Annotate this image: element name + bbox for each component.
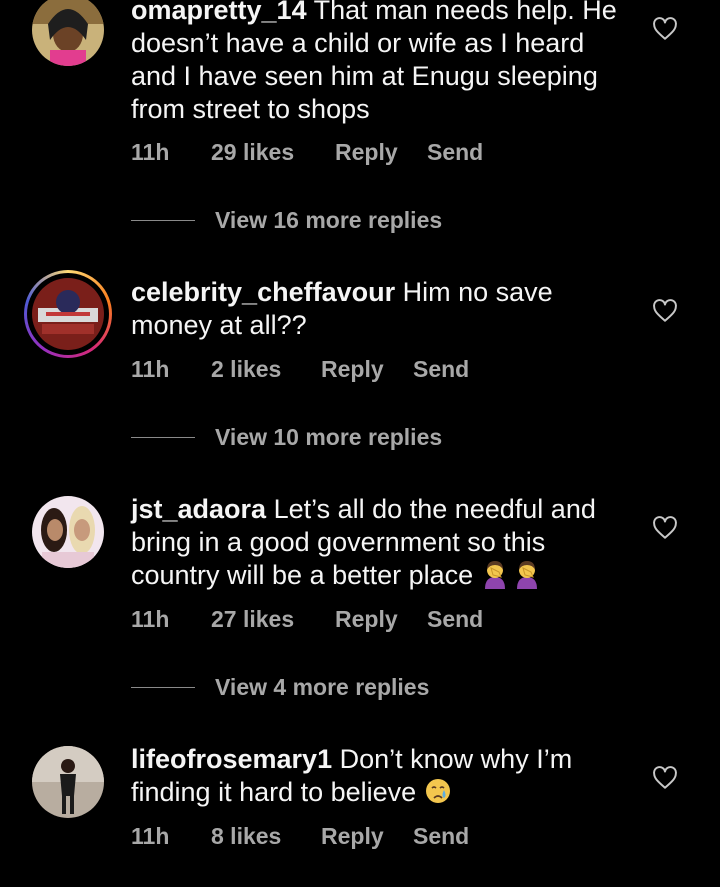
comment-time: 11h <box>131 823 170 849</box>
heart-outline-icon[interactable] <box>652 766 678 790</box>
woman-facepalming-icon <box>516 561 537 589</box>
comment-meta: 11h 2 likes Reply Send <box>131 356 469 383</box>
reply-button[interactable]: Reply <box>321 823 413 850</box>
send-button[interactable]: Send <box>413 823 469 850</box>
comment-text: jst_adaora Let’s all do the needful and … <box>131 493 631 592</box>
comment-likes[interactable]: 27 likes <box>211 606 335 633</box>
story-ring[interactable] <box>24 270 112 358</box>
avatar[interactable] <box>32 0 104 66</box>
woman-facepalming-icon <box>484 561 505 589</box>
reply-button[interactable]: Reply <box>335 139 427 166</box>
avatar[interactable] <box>32 278 104 350</box>
comment-text: lifeofrosemary1 Don’t know why I’m findi… <box>131 743 631 809</box>
comment-username[interactable]: celebrity_cheffavour <box>131 277 395 307</box>
avatar[interactable] <box>32 496 104 568</box>
comment-username[interactable]: lifeofrosemary1 <box>131 744 332 774</box>
comment-meta: 11h 27 likes Reply Send <box>131 606 483 633</box>
view-replies-label[interactable]: View 10 more replies <box>215 424 442 451</box>
comment-text: omapretty_14 That man needs help. He doe… <box>131 0 631 126</box>
comment-meta: 11h 29 likes Reply Send <box>131 139 483 166</box>
comment-time: 11h <box>131 139 170 165</box>
crying-face-icon <box>425 779 450 803</box>
view-replies-label[interactable]: View 16 more replies <box>215 207 442 234</box>
comment-username[interactable]: omapretty_14 <box>131 0 307 25</box>
avatar[interactable] <box>32 746 104 818</box>
replies-divider <box>131 220 195 221</box>
comment-meta: 11h 8 likes Reply Send <box>131 823 469 850</box>
comment-time: 11h <box>131 356 170 382</box>
send-button[interactable]: Send <box>427 139 483 166</box>
view-replies-label[interactable]: View 4 more replies <box>215 674 429 701</box>
comment-likes[interactable]: 8 likes <box>211 823 321 850</box>
comment-time: 11h <box>131 606 170 632</box>
comment-text: celebrity_cheffavour Him no save money a… <box>131 276 631 342</box>
comment-likes[interactable]: 29 likes <box>211 139 335 166</box>
send-button[interactable]: Send <box>413 356 469 383</box>
heart-outline-icon[interactable] <box>652 299 678 323</box>
heart-outline-icon[interactable] <box>652 516 678 540</box>
view-replies-button[interactable]: View 16 more replies <box>131 207 442 234</box>
send-button[interactable]: Send <box>427 606 483 633</box>
heart-outline-icon[interactable] <box>652 17 678 41</box>
reply-button[interactable]: Reply <box>335 606 427 633</box>
view-replies-button[interactable]: View 4 more replies <box>131 674 429 701</box>
replies-divider <box>131 437 195 438</box>
replies-divider <box>131 687 195 688</box>
comment-username[interactable]: jst_adaora <box>131 494 266 524</box>
reply-button[interactable]: Reply <box>321 356 413 383</box>
view-replies-button[interactable]: View 10 more replies <box>131 424 442 451</box>
comment-likes[interactable]: 2 likes <box>211 356 321 383</box>
